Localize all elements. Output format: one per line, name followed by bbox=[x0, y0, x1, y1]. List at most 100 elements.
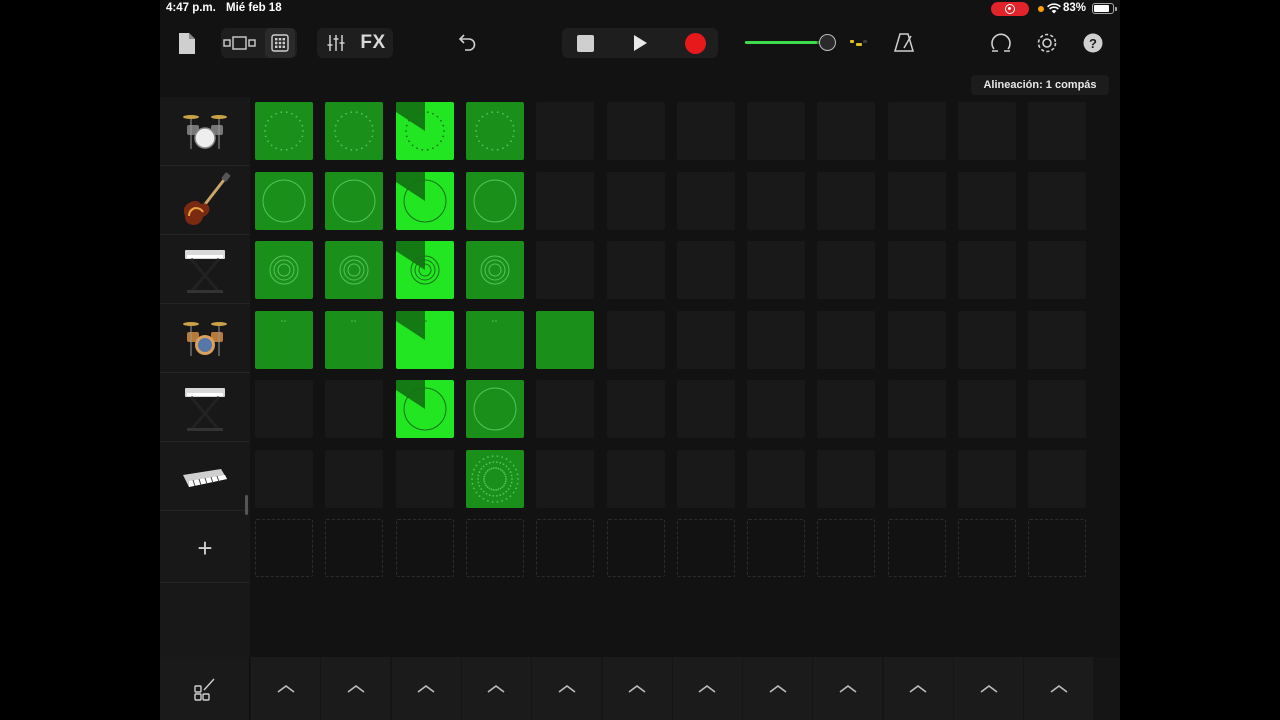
empty-loop-cell[interactable] bbox=[747, 310, 806, 369]
column-trigger-button[interactable] bbox=[883, 657, 953, 720]
empty-loop-cell[interactable] bbox=[676, 171, 735, 230]
loop-cell[interactable] bbox=[465, 449, 524, 508]
column-trigger-button[interactable] bbox=[954, 657, 1023, 720]
add-loop-cell[interactable] bbox=[606, 519, 665, 577]
loop-cell[interactable] bbox=[465, 102, 524, 160]
record-icon[interactable] bbox=[680, 28, 710, 58]
loop-cell[interactable] bbox=[255, 171, 313, 230]
empty-loop-cell[interactable] bbox=[536, 171, 595, 230]
empty-loop-cell[interactable] bbox=[676, 310, 735, 369]
empty-loop-cell[interactable] bbox=[887, 171, 946, 230]
playing-loop-cell[interactable] bbox=[395, 102, 454, 160]
column-trigger-button[interactable] bbox=[321, 657, 391, 720]
add-loop-cell[interactable] bbox=[255, 519, 313, 577]
loop-cell[interactable] bbox=[255, 310, 313, 369]
empty-loop-cell[interactable] bbox=[676, 102, 735, 160]
loop-cell[interactable] bbox=[465, 171, 524, 230]
empty-loop-cell[interactable] bbox=[747, 102, 806, 160]
empty-loop-cell[interactable] bbox=[958, 449, 1016, 508]
empty-loop-cell[interactable] bbox=[676, 380, 735, 438]
track-header-synth[interactable] bbox=[160, 442, 250, 511]
empty-loop-cell[interactable] bbox=[606, 310, 665, 369]
empty-loop-cell[interactable] bbox=[958, 171, 1016, 230]
empty-loop-cell[interactable] bbox=[958, 241, 1016, 299]
add-track-button[interactable]: + bbox=[160, 514, 250, 583]
track-header-bass[interactable] bbox=[160, 166, 250, 235]
screen-recording-indicator[interactable] bbox=[991, 2, 1029, 16]
cell-edit-button[interactable] bbox=[160, 657, 250, 720]
empty-loop-cell[interactable] bbox=[817, 241, 876, 299]
add-loop-cell[interactable] bbox=[536, 519, 595, 577]
column-trigger-button[interactable] bbox=[391, 657, 461, 720]
track-header-drums-2[interactable] bbox=[160, 304, 250, 373]
empty-loop-cell[interactable] bbox=[817, 380, 876, 438]
empty-loop-cell[interactable] bbox=[676, 241, 735, 299]
play-icon[interactable] bbox=[625, 28, 655, 58]
empty-loop-cell[interactable] bbox=[747, 449, 806, 508]
snap-alignment-label[interactable]: Alineación: 1 compás bbox=[971, 75, 1109, 95]
empty-loop-cell[interactable] bbox=[747, 171, 806, 230]
empty-loop-cell[interactable] bbox=[255, 449, 313, 508]
help-icon[interactable]: ? bbox=[1081, 28, 1105, 58]
settings-icon[interactable] bbox=[1035, 28, 1059, 58]
track-header-resize-handle[interactable] bbox=[245, 495, 248, 515]
mixer-icon[interactable] bbox=[319, 28, 353, 58]
loop-cell[interactable] bbox=[325, 241, 384, 299]
volume-knob[interactable] bbox=[819, 34, 836, 51]
empty-loop-cell[interactable] bbox=[887, 380, 946, 438]
add-loop-cell[interactable] bbox=[747, 519, 806, 577]
column-trigger-button[interactable] bbox=[251, 657, 320, 720]
empty-loop-cell[interactable] bbox=[536, 449, 595, 508]
empty-loop-cell[interactable] bbox=[958, 102, 1016, 160]
empty-loop-cell[interactable] bbox=[887, 449, 946, 508]
empty-loop-cell[interactable] bbox=[817, 310, 876, 369]
loop-cell[interactable] bbox=[255, 102, 313, 160]
add-loop-cell[interactable] bbox=[887, 519, 946, 577]
playing-loop-cell[interactable] bbox=[395, 310, 454, 369]
empty-loop-cell[interactable] bbox=[817, 171, 876, 230]
undo-icon[interactable] bbox=[456, 28, 478, 58]
track-header-drums[interactable] bbox=[160, 97, 250, 166]
empty-loop-cell[interactable] bbox=[255, 380, 313, 438]
column-trigger-button[interactable] bbox=[813, 657, 883, 720]
column-trigger-button[interactable] bbox=[1024, 657, 1094, 720]
loop-cell[interactable] bbox=[465, 310, 524, 369]
empty-loop-cell[interactable] bbox=[606, 241, 665, 299]
empty-loop-cell[interactable] bbox=[676, 449, 735, 508]
empty-loop-cell[interactable] bbox=[747, 241, 806, 299]
column-trigger-button[interactable] bbox=[743, 657, 813, 720]
empty-loop-cell[interactable] bbox=[887, 241, 946, 299]
loop-cell[interactable] bbox=[536, 310, 595, 369]
empty-loop-cell[interactable] bbox=[1028, 449, 1087, 508]
loop-cell[interactable] bbox=[325, 310, 384, 369]
add-loop-cell[interactable] bbox=[465, 519, 524, 577]
empty-loop-cell[interactable] bbox=[1028, 380, 1087, 438]
empty-loop-cell[interactable] bbox=[887, 310, 946, 369]
add-loop-cell[interactable] bbox=[395, 519, 454, 577]
empty-loop-cell[interactable] bbox=[606, 102, 665, 160]
empty-loop-cell[interactable] bbox=[325, 380, 384, 438]
add-loop-cell[interactable] bbox=[958, 519, 1016, 577]
empty-loop-cell[interactable] bbox=[747, 380, 806, 438]
empty-loop-cell[interactable] bbox=[887, 102, 946, 160]
empty-loop-cell[interactable] bbox=[536, 102, 595, 160]
track-header-keyboard-2[interactable] bbox=[160, 373, 250, 442]
loop-browser-icon[interactable] bbox=[989, 28, 1013, 58]
loop-cell[interactable] bbox=[465, 380, 524, 438]
empty-loop-cell[interactable] bbox=[1028, 171, 1087, 230]
add-loop-cell[interactable] bbox=[325, 519, 384, 577]
empty-loop-cell[interactable] bbox=[1028, 310, 1087, 369]
column-trigger-button[interactable] bbox=[532, 657, 602, 720]
playing-loop-cell[interactable] bbox=[395, 380, 454, 438]
empty-loop-cell[interactable] bbox=[536, 380, 595, 438]
playing-loop-cell[interactable] bbox=[395, 241, 454, 299]
empty-loop-cell[interactable] bbox=[536, 241, 595, 299]
my-songs-icon[interactable] bbox=[176, 28, 198, 58]
column-trigger-button[interactable] bbox=[602, 657, 672, 720]
empty-loop-cell[interactable] bbox=[395, 449, 454, 508]
empty-loop-cell[interactable] bbox=[958, 310, 1016, 369]
track-header-keyboard[interactable] bbox=[160, 235, 250, 304]
fx-button[interactable]: FX bbox=[355, 28, 391, 58]
empty-loop-cell[interactable] bbox=[606, 449, 665, 508]
empty-loop-cell[interactable] bbox=[606, 171, 665, 230]
